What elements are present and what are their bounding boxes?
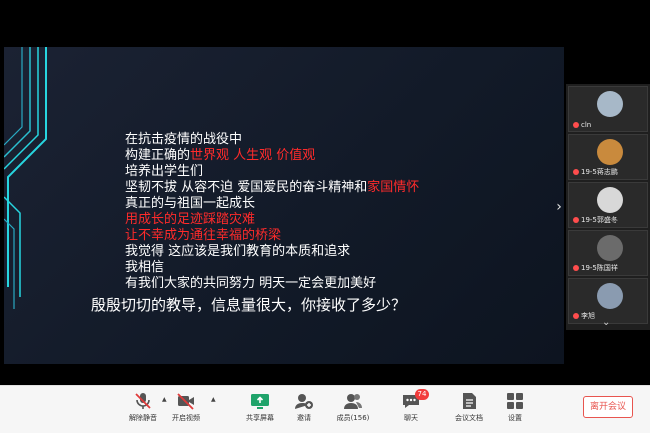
members-label: 成员(156): [336, 414, 370, 422]
avatar-figure-icon: [597, 187, 623, 213]
video-button[interactable]: 开启视频: [164, 390, 208, 430]
leave-meeting-button[interactable]: 离开会议: [583, 396, 633, 418]
chat-unread-badge: 74: [415, 389, 429, 400]
slide-line-segment: 在抗击疫情的战役中: [125, 132, 243, 147]
participant-tile[interactable]: 19-5陈国祥: [568, 230, 648, 276]
slide-line: 培养出学生们: [125, 164, 203, 180]
slide-decoration: [4, 47, 47, 309]
members-button[interactable]: 成员(156): [331, 390, 375, 430]
document-icon: [459, 391, 479, 411]
mute-button[interactable]: 解除静音: [121, 390, 165, 430]
slide-line-segment: 培养出学生们: [125, 164, 204, 179]
settings-grid-icon: [505, 391, 525, 411]
slide-line-segment: 有我们大家的共同努力 明天一定会更加美好: [125, 276, 377, 291]
invite-label: 邀请: [297, 414, 311, 422]
muted-mic-icon: [573, 313, 579, 319]
slide-line-segment: 用成长的足迹踩踏灾难: [125, 212, 256, 227]
slide-line: 在抗击疫情的战役中: [125, 132, 242, 148]
muted-mic-icon: [573, 169, 579, 175]
slide-line: 我相信: [125, 260, 164, 276]
camera-off-icon: [176, 391, 196, 411]
meeting-window: 在抗击疫情的战役中 构建正确的世界观 人生观 价值观 培养出学生们 坚韧不拔 从容不迫…: [0, 0, 650, 433]
slide-line: 有我们大家的共同努力 明天一定会更加美好: [125, 276, 376, 292]
avatar-rocket-icon: [597, 283, 623, 309]
participant-name: 李旭: [573, 311, 595, 321]
participant-gallery: 李旭 19-5陈国祥 19-5郭盛冬 19-5蒋志鹏 cln ⌄: [566, 84, 650, 330]
shared-screen-area: 在抗击疫情的战役中 构建正确的世界观 人生观 价值观 培养出学生们 坚韧不拔 从容不迫…: [0, 0, 650, 385]
docs-button[interactable]: 会议文档: [447, 390, 491, 430]
chat-button[interactable]: 聊天 74: [389, 389, 433, 430]
members-icon: [343, 391, 363, 411]
participant-name-text: cln: [581, 121, 592, 129]
participant-name: cln: [573, 121, 591, 129]
participant-name: 19-5蒋志鹏: [573, 167, 618, 177]
mic-off-icon: [133, 391, 153, 411]
invite-button[interactable]: 邀请: [282, 390, 326, 430]
chat-label: 聊天: [404, 414, 418, 422]
slide-question: 殷殷切切的教导，信息量很大，你接收了多少？: [91, 296, 407, 314]
gallery-scroll-down-icon[interactable]: ⌄: [602, 317, 610, 328]
slide-line-segment: 家国情怀: [367, 180, 420, 195]
slide-line: 让不幸成为通往幸福的桥梁: [125, 228, 281, 244]
slide-line: 我觉得 这应该是我们教育的本质和追求: [125, 244, 350, 260]
slide-line-segment: 我觉得 这应该是我们教育的本质和追求: [125, 244, 351, 259]
slide-line: 坚韧不拔 从容不迫 爱国爱民的奋斗精神和家国情怀: [125, 180, 419, 196]
share-button[interactable]: 共享屏幕: [238, 390, 282, 430]
mute-label: 解除静音: [129, 414, 157, 422]
participant-name: 19-5郭盛冬: [573, 215, 618, 225]
settings-button[interactable]: 设置: [493, 390, 537, 430]
slide-line-segment: 让不幸成为通往幸福的桥梁: [125, 228, 282, 243]
participant-name: 19-5陈国祥: [573, 263, 618, 273]
participant-name-text: 19-5陈国祥: [581, 264, 618, 272]
settings-label: 设置: [508, 414, 522, 422]
participant-tile[interactable]: 19-5郭盛冬: [568, 182, 648, 228]
share-screen-icon: [250, 391, 270, 411]
gallery-toggle-chevron-icon[interactable]: ›: [553, 197, 565, 217]
meeting-toolbar: 解除静音 开启视频 共享屏幕 邀请 成员(156) 聊天 74 会议文档 设置 ▲ ▲: [0, 385, 650, 433]
participant-tile[interactable]: cln: [568, 86, 648, 132]
avatar-dark-circle-icon: [597, 91, 623, 117]
slide-line-segment: 真正的与祖国一起成长: [125, 196, 256, 211]
share-label: 共享屏幕: [246, 414, 274, 422]
slide-line: 构建正确的世界观 人生观 价值观: [125, 148, 315, 164]
muted-mic-icon: [573, 122, 579, 128]
avatar-bw-icon: [597, 235, 623, 261]
video-options-caret-icon[interactable]: ▲: [211, 396, 216, 403]
presentation-slide: 在抗击疫情的战役中 构建正确的世界观 人生观 价值观 培养出学生们 坚韧不拔 从容不迫…: [4, 47, 564, 364]
muted-mic-icon: [573, 265, 579, 271]
avatar-dog-icon: [597, 139, 623, 165]
muted-mic-icon: [573, 217, 579, 223]
mute-options-caret-icon[interactable]: ▲: [162, 396, 167, 403]
video-label: 开启视频: [172, 414, 200, 422]
docs-label: 会议文档: [455, 414, 483, 422]
slide-line-segment: 构建正确的: [125, 148, 191, 163]
slide-line-segment: 我相信: [125, 260, 165, 275]
slide-line: 真正的与祖国一起成长: [125, 196, 255, 212]
slide-line-segment: 世界观 人生观 价值观: [190, 148, 316, 163]
participant-name-text: 李旭: [581, 312, 595, 320]
slide-line: 用成长的足迹踩踏灾难: [125, 212, 255, 228]
participant-name-text: 19-5郭盛冬: [581, 216, 618, 224]
slide-line-segment: 坚韧不拔 从容不迫 爱国爱民的奋斗精神和: [125, 180, 368, 195]
invite-icon: [294, 391, 314, 411]
participant-tile[interactable]: 19-5蒋志鹏: [568, 134, 648, 180]
participant-name-text: 19-5蒋志鹏: [581, 168, 618, 176]
